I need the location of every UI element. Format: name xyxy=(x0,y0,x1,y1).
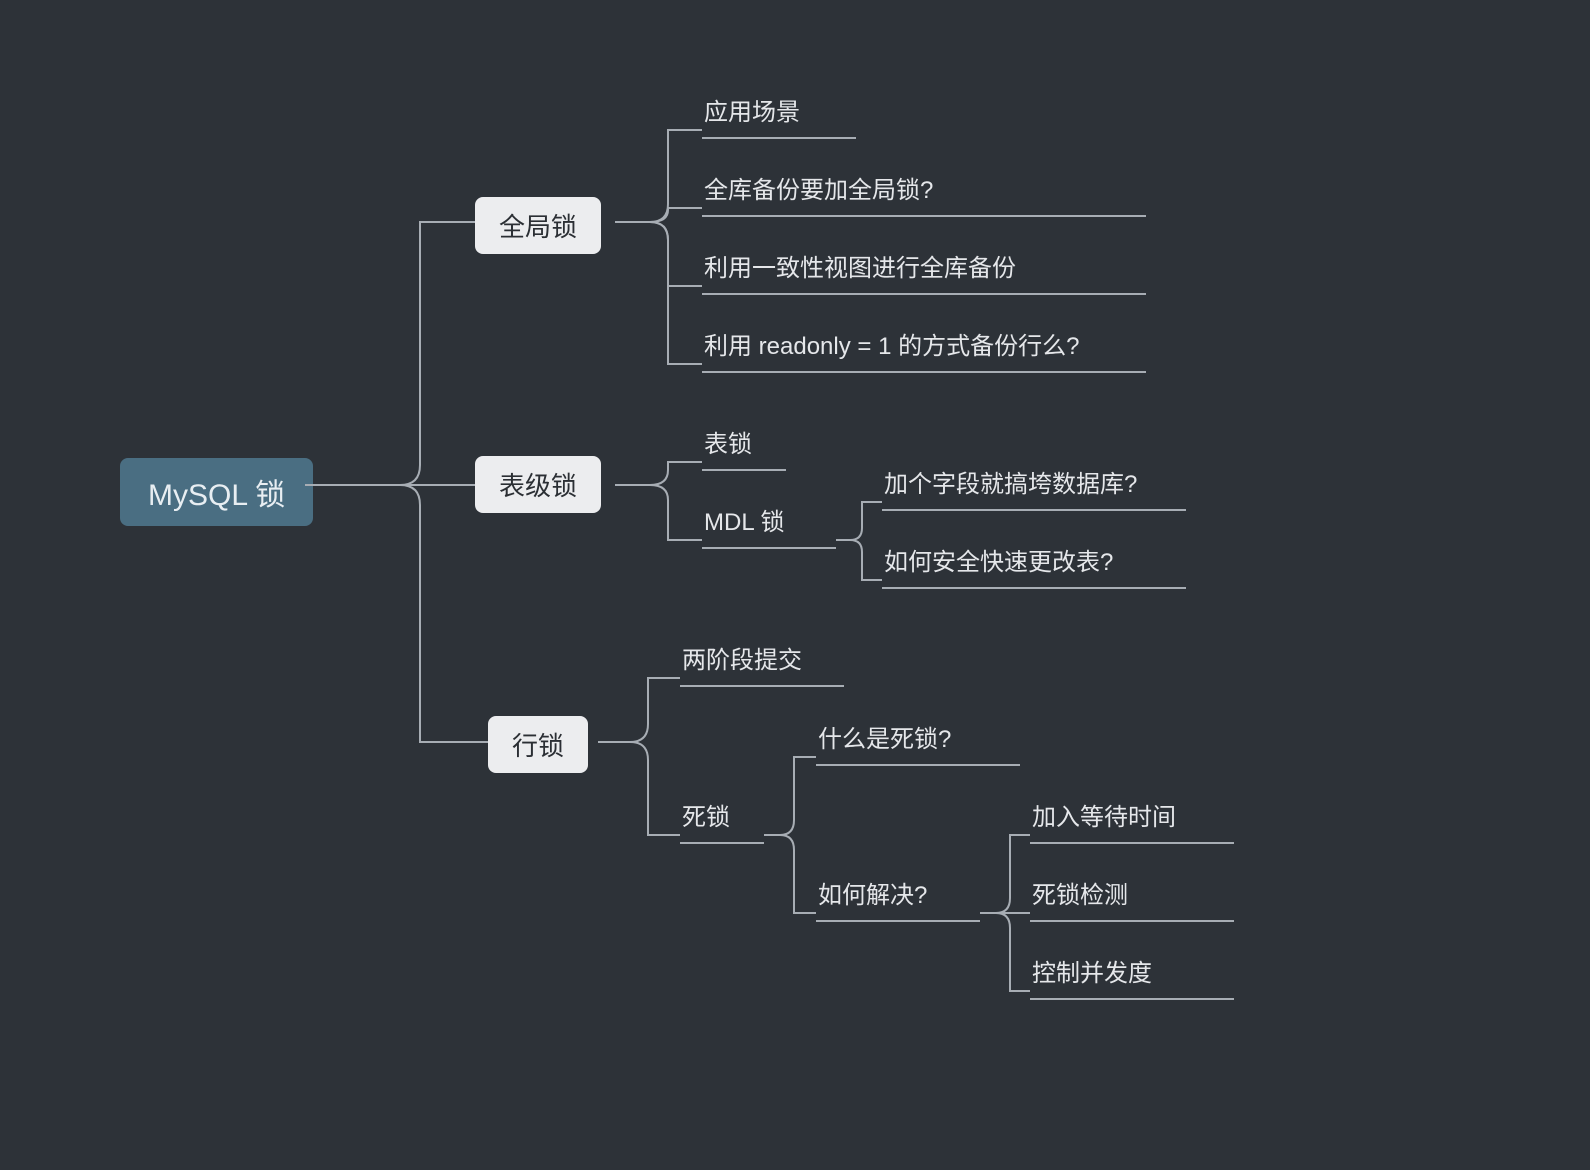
leaf-mdl-0[interactable]: 加个字段就搞垮数据库? xyxy=(882,460,1186,511)
leaf-solve-0[interactable]: 加入等待时间 xyxy=(1030,793,1234,844)
leaf-tablelock[interactable]: 表锁 xyxy=(702,420,786,471)
leaf-global-2[interactable]: 利用一致性视图进行全库备份 xyxy=(702,244,1146,295)
node-howsolve[interactable]: 如何解决? xyxy=(816,871,980,922)
leaf-global-1[interactable]: 全库备份要加全局锁? xyxy=(702,166,1146,217)
leaf-solve-2[interactable]: 控制并发度 xyxy=(1030,949,1234,1000)
leaf-whatis-deadlock[interactable]: 什么是死锁? xyxy=(816,715,1020,766)
root-node[interactable]: MySQL 锁 xyxy=(120,458,313,526)
leaf-mdl-1[interactable]: 如何安全快速更改表? xyxy=(882,538,1186,589)
node-table-lock[interactable]: 表级锁 xyxy=(475,456,601,513)
node-deadlock[interactable]: 死锁 xyxy=(680,793,764,844)
leaf-global-0[interactable]: 应用场景 xyxy=(702,88,856,139)
mindmap-canvas: MySQL 锁 全局锁 应用场景 全库备份要加全局锁? 利用一致性视图进行全库备… xyxy=(0,0,1590,1170)
leaf-twophase[interactable]: 两阶段提交 xyxy=(680,636,844,687)
leaf-global-3[interactable]: 利用 readonly = 1 的方式备份行么? xyxy=(702,322,1146,373)
node-global-lock[interactable]: 全局锁 xyxy=(475,197,601,254)
leaf-solve-1[interactable]: 死锁检测 xyxy=(1030,871,1234,922)
node-row-lock[interactable]: 行锁 xyxy=(488,716,588,773)
node-mdl-lock[interactable]: MDL 锁 xyxy=(702,498,836,549)
